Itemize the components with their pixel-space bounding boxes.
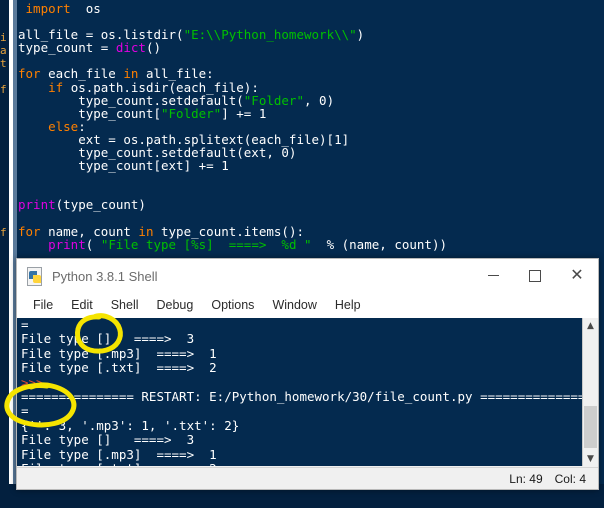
- shell-menu-bar[interactable]: File Edit Shell Debug Options Window Help: [17, 293, 598, 318]
- code-line: type_count = dict(): [18, 41, 604, 54]
- code-token: ] += 1: [221, 105, 267, 121]
- minimize-button[interactable]: [472, 259, 514, 293]
- shell-output-line: =: [21, 318, 29, 332]
- background-edge-char: [0, 200, 13, 213]
- code-line: import os: [18, 2, 604, 15]
- background-window-strip: iat f f: [0, 0, 13, 484]
- shell-output-line: File type [.mp3] ====> 1: [21, 446, 217, 462]
- code-token: % (name, count)): [311, 236, 447, 252]
- background-window-edge-text: iat f f: [0, 0, 13, 252]
- background-edge-char: i: [0, 31, 7, 44]
- source-code-text[interactable]: import os all_file = os.listdir("E:\\Pyt…: [18, 2, 604, 251]
- status-line-number: Ln: 49: [509, 471, 543, 486]
- shell-output-line: File type [.mp3] ====> 1: [21, 345, 217, 361]
- background-edge-char: t: [0, 57, 7, 70]
- menu-item-debug[interactable]: Debug: [148, 293, 203, 318]
- menu-item-options[interactable]: Options: [202, 293, 263, 318]
- code-token: (type_count): [55, 197, 146, 213]
- background-edge-char: [0, 96, 13, 109]
- shell-output-text[interactable]: = File type [] ====> 3 File type [.mp3] ==…: [21, 318, 593, 466]
- maximize-button[interactable]: [514, 259, 556, 293]
- shell-output-line: File type [] ====> 3: [21, 432, 195, 448]
- close-button[interactable]: ✕: [556, 259, 598, 293]
- python-logo-icon: [26, 267, 44, 286]
- code-token: os: [70, 1, 101, 16]
- background-edge-char: f: [0, 83, 7, 96]
- background-edge-char: [0, 187, 13, 200]
- shell-output-area[interactable]: = File type [] ====> 3 File type [.mp3] ==…: [17, 318, 598, 466]
- code-token: dict: [115, 40, 146, 56]
- shell-title-bar[interactable]: Python 3.8.1 Shell ✕: [17, 259, 598, 293]
- background-edge-char: [0, 122, 13, 135]
- scrollbar-thumb[interactable]: [584, 406, 597, 448]
- code-token: (): [145, 40, 162, 56]
- background-edge-char: [0, 239, 13, 252]
- menu-item-edit[interactable]: Edit: [62, 293, 102, 318]
- shell-vertical-scrollbar[interactable]: ▲ ▼: [582, 318, 598, 466]
- shell-output-line: >>>: [21, 374, 52, 390]
- background-edge-char: [0, 135, 13, 148]
- menu-item-file[interactable]: File: [24, 293, 62, 318]
- code-line: type_count[ext] += 1: [18, 159, 604, 172]
- code-token: , 0): [304, 92, 335, 108]
- code-token: print: [48, 236, 86, 252]
- shell-window-title: Python 3.8.1 Shell: [52, 268, 158, 284]
- code-token: "Folder": [161, 105, 222, 121]
- code-line: print( "File type [%s] ====> %d " % (nam…: [18, 238, 604, 251]
- status-column-number: Col: 4: [554, 471, 586, 486]
- code-token: (: [85, 236, 101, 252]
- background-edge-char: [0, 174, 13, 187]
- code-token: ): [356, 27, 365, 43]
- code-token: "E:\\Python_homework\\": [183, 27, 357, 43]
- background-edge-char: [0, 109, 13, 122]
- code-token: type_count[ext] += 1: [18, 158, 229, 174]
- menu-item-shell[interactable]: Shell: [102, 293, 148, 318]
- code-token: "File type [%s] ====> %d ": [100, 236, 312, 252]
- code-token: import: [18, 1, 71, 16]
- code-token: type_count =: [18, 40, 116, 56]
- background-edge-char: a: [0, 44, 7, 57]
- scrollbar-down-arrow-icon[interactable]: ▼: [583, 451, 598, 466]
- code-line: type_count["Folder"] += 1: [18, 107, 604, 120]
- shell-output-line: File type [] ====> 3: [21, 331, 195, 347]
- menu-item-help[interactable]: Help: [326, 293, 370, 318]
- shell-output-line: File type [.txt] ====> 2: [21, 360, 217, 376]
- background-edge-char: [0, 18, 13, 31]
- background-edge-char: [0, 70, 13, 83]
- shell-output-line: {'': 3, '.mp3': 1, '.txt': 2}: [21, 417, 240, 433]
- menu-item-window[interactable]: Window: [263, 293, 325, 318]
- shell-output-line: =============== RESTART: E:/Python_homew…: [21, 388, 593, 404]
- background-edge-char: f: [0, 226, 7, 239]
- background-edge-char: [0, 161, 13, 174]
- shell-output-line: File type [.txt] ====> 2: [21, 461, 580, 466]
- python-shell-window[interactable]: Python 3.8.1 Shell ✕ File Edit Shell Debug O…: [16, 258, 599, 490]
- shell-status-bar: Ln: 49 Col: 4: [17, 467, 598, 489]
- shell-output-line: =: [21, 403, 29, 419]
- code-line: print(type_count): [18, 198, 604, 211]
- background-edge-char: [0, 213, 13, 226]
- scrollbar-up-arrow-icon[interactable]: ▲: [583, 318, 598, 333]
- background-edge-char: [0, 148, 13, 161]
